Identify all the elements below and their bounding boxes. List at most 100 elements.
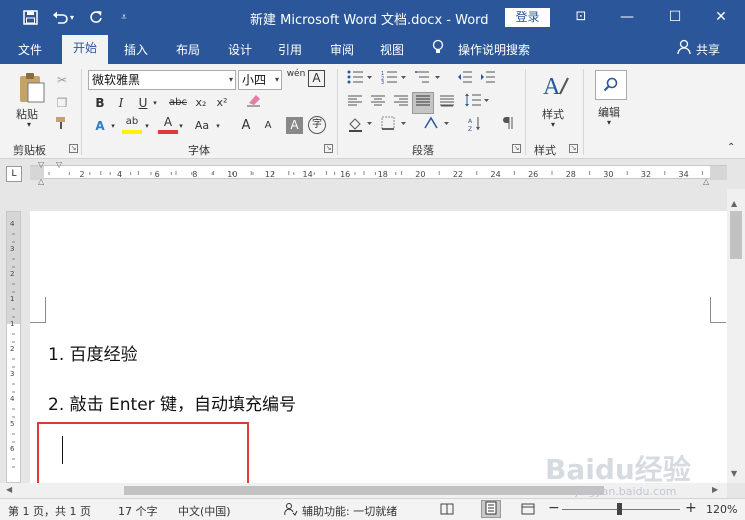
grow-font-icon[interactable]: A (236, 116, 256, 136)
minimize-button[interactable]: — (616, 6, 638, 28)
paragraph-launcher-icon[interactable]: ↘ (512, 144, 521, 153)
editing-dropdown-icon[interactable]: ▾ (607, 118, 611, 127)
format-painter-icon[interactable] (52, 116, 72, 136)
clear-formatting-icon[interactable] (244, 93, 264, 113)
shrink-font-icon[interactable]: A (258, 116, 278, 136)
tab-view[interactable]: 视图 (380, 41, 404, 58)
superscript-button[interactable]: x² (212, 93, 232, 113)
zoom-in-button[interactable]: + (685, 500, 697, 516)
clipboard-launcher-icon[interactable]: ↘ (69, 144, 78, 153)
highlight-color-icon[interactable]: ab (122, 114, 142, 134)
sort-icon[interactable]: AZ (465, 116, 485, 136)
align-left-icon[interactable] (345, 93, 365, 113)
borders-icon[interactable] (379, 116, 409, 136)
align-center-icon[interactable] (368, 93, 388, 113)
tab-layout[interactable]: 布局 (176, 41, 200, 58)
styles-dropdown-icon[interactable]: ▾ (551, 120, 555, 129)
save-icon[interactable] (20, 7, 40, 27)
highlight-dropdown-icon[interactable]: ▾ (142, 116, 152, 136)
customize-icon[interactable]: ⩡ (114, 7, 134, 27)
underline-dropdown-icon[interactable]: ▾ (150, 93, 160, 113)
font-color-dropdown-icon[interactable]: ▾ (176, 116, 186, 136)
font-size-select[interactable]: 小四 ▾ (238, 70, 282, 90)
paste-dropdown-icon[interactable]: ▾ (27, 120, 31, 129)
right-indent-icon[interactable]: △ (703, 177, 709, 186)
strikethrough-button[interactable]: abc (166, 93, 190, 113)
distributed-icon[interactable] (437, 93, 457, 113)
ribbon-options-icon[interactable]: ⊡ (570, 6, 592, 28)
change-case-icon[interactable]: Aa (190, 116, 214, 136)
tab-review[interactable]: 审阅 (330, 41, 354, 58)
zoom-level[interactable]: 120% (706, 503, 737, 516)
cut-icon[interactable]: ✂ (52, 70, 72, 90)
login-button[interactable]: 登录 (505, 8, 550, 27)
close-button[interactable]: ✕ (710, 6, 732, 28)
list-item[interactable]: 2. 敲击 Enter 键，自动填充编号 (48, 390, 296, 415)
word-count[interactable]: 17 个字 (118, 503, 158, 519)
bullets-icon[interactable] (345, 70, 375, 90)
scroll-thumb[interactable] (124, 486, 604, 495)
scroll-up-icon[interactable]: ▲ (731, 199, 737, 208)
italic-button[interactable]: I (111, 93, 131, 113)
bold-button[interactable]: B (90, 93, 110, 113)
undo-dropdown-icon[interactable]: ▾ (66, 7, 78, 27)
print-layout-icon[interactable] (481, 500, 501, 518)
read-mode-icon[interactable] (440, 502, 454, 519)
copy-icon[interactable]: ❐ (52, 93, 72, 113)
styles-launcher-icon[interactable]: ↘ (569, 144, 578, 153)
vertical-scrollbar[interactable]: ▲ ▼ (727, 189, 745, 483)
styles-icon[interactable]: A (538, 70, 572, 105)
subscript-button[interactable]: x₂ (191, 93, 211, 113)
redo-icon[interactable] (86, 7, 106, 27)
multilevel-list-icon[interactable] (413, 70, 443, 90)
find-icon[interactable] (595, 70, 627, 100)
tab-references[interactable]: 引用 (278, 41, 302, 58)
numbering-icon[interactable]: 123 (379, 70, 409, 90)
paste-icon[interactable] (14, 70, 48, 106)
phonetic-guide-icon[interactable]: wén (286, 69, 306, 89)
shading-icon[interactable] (345, 116, 375, 136)
share-button[interactable]: 共享 (696, 41, 720, 58)
show-marks-icon[interactable] (498, 116, 518, 136)
text-effects-dropdown-icon[interactable]: ▾ (108, 116, 118, 136)
tell-me-search[interactable]: 操作说明搜索 (458, 41, 530, 58)
language-indicator[interactable]: 中文(中国) (178, 503, 231, 519)
align-right-icon[interactable] (391, 93, 411, 113)
collapse-ribbon-icon[interactable]: ⌃ (727, 142, 735, 153)
enclose-char-icon[interactable]: 字 (308, 116, 326, 134)
tab-home[interactable]: 开始 (62, 35, 108, 64)
horizontal-ruler[interactable]: L 2 4 6 8 10 12 14 16 18 20 22 24 26 28 30 32 34 ▽ △ ▽ △ (0, 159, 745, 189)
first-line-indent-icon[interactable]: ▽ (38, 160, 44, 169)
font-name-select[interactable]: 微软雅黑 ▾ (88, 70, 236, 90)
zoom-out-button[interactable]: − (548, 500, 560, 516)
line-spacing-icon[interactable] (462, 93, 492, 113)
accessibility-status[interactable]: 辅助功能: 一切就绪 (302, 503, 397, 519)
maximize-button[interactable]: ☐ (664, 6, 686, 28)
font-color-icon[interactable]: A (158, 114, 178, 134)
chinese-layout-icon[interactable] (422, 116, 452, 136)
ruler-number: 32 (641, 170, 651, 179)
ruler-strip[interactable]: 2 4 6 8 10 12 14 16 18 20 22 24 26 28 30 32 34 (30, 165, 727, 180)
char-border-icon[interactable]: A (308, 70, 325, 87)
list-item[interactable]: 1. 百度经验 (48, 340, 138, 365)
font-launcher-icon[interactable]: ↘ (324, 144, 333, 153)
scroll-thumb[interactable] (730, 211, 742, 259)
change-case-dropdown-icon[interactable]: ▾ (213, 116, 223, 136)
hanging-indent-icon[interactable]: △ (38, 177, 44, 186)
increase-indent-icon[interactable] (478, 70, 498, 90)
decrease-indent-icon[interactable] (455, 70, 475, 90)
tab-insert[interactable]: 插入 (124, 41, 148, 58)
page-count[interactable]: 第 1 页，共 1 页 (8, 503, 91, 519)
justify-icon[interactable] (412, 92, 434, 114)
text-effects-icon[interactable]: A (90, 116, 110, 136)
tab-design[interactable]: 设计 (228, 41, 252, 58)
font-name-value: 微软雅黑 (92, 73, 141, 87)
web-layout-icon[interactable] (521, 502, 535, 519)
tab-selector[interactable]: L (6, 166, 22, 182)
char-shading-icon[interactable]: A (286, 117, 303, 134)
tab-file[interactable]: 文件 (18, 41, 42, 58)
indent-marker-icon[interactable]: ▽ (56, 160, 62, 169)
scroll-left-icon[interactable]: ◀ (6, 485, 12, 494)
vertical-ruler[interactable]: 4 3 2 1 1 2 3 4 5 6 (6, 211, 21, 483)
zoom-slider-thumb[interactable] (617, 503, 622, 515)
